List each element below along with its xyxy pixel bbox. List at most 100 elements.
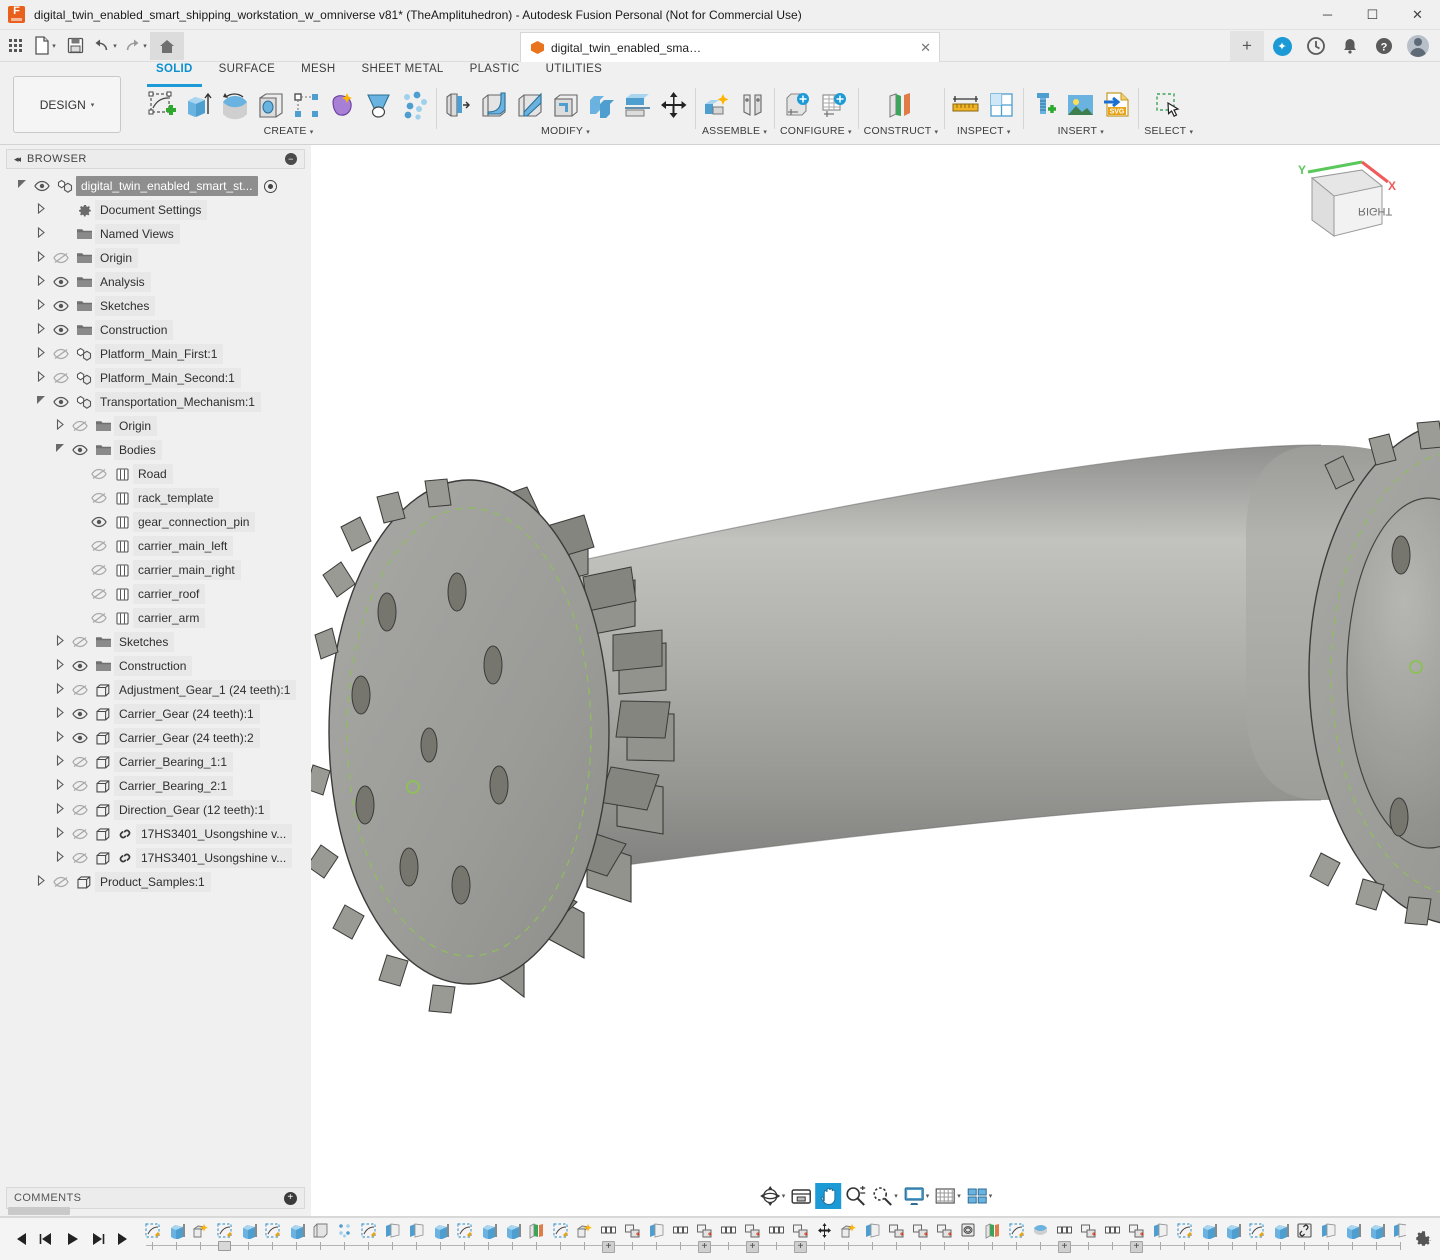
visibility-hidden-icon[interactable] [87, 540, 111, 552]
tab-mesh[interactable]: MESH [288, 63, 348, 84]
timeline-feature[interactable] [836, 1220, 860, 1250]
pan-icon[interactable] [815, 1183, 842, 1209]
redo-icon[interactable]: ▾ [120, 32, 150, 60]
hole-icon[interactable] [255, 90, 286, 121]
timeline-feature[interactable] [932, 1220, 956, 1250]
tree-item[interactable]: Construction [0, 654, 311, 678]
visibility-visible-icon[interactable] [30, 180, 54, 192]
tree-item[interactable]: Analysis [0, 270, 311, 294]
create-sketch-icon[interactable] [147, 90, 178, 121]
tab-surface[interactable]: SURFACE [206, 63, 288, 84]
tree-item[interactable]: Carrier_Gear (24 teeth):2 [0, 726, 311, 750]
visibility-hidden-icon[interactable] [68, 852, 92, 864]
visibility-visible-icon[interactable] [68, 660, 92, 672]
tree-expand-closed-icon[interactable] [52, 682, 68, 697]
tree-expand-open-icon[interactable] [52, 443, 68, 457]
tree-item[interactable]: Bodies [0, 438, 311, 462]
display-settings-icon[interactable]: ▾ [901, 1183, 932, 1209]
tree-expand-closed-icon[interactable] [33, 298, 49, 313]
timeline-feature[interactable] [668, 1220, 692, 1250]
new-component-icon[interactable] [701, 90, 732, 121]
save-icon[interactable] [60, 32, 90, 60]
step-back-button[interactable] [34, 1226, 58, 1252]
visibility-visible-icon[interactable] [68, 444, 92, 456]
move-copy-icon[interactable] [658, 90, 689, 121]
revolve-icon[interactable] [219, 90, 250, 121]
new-tab-button[interactable]: + [1230, 31, 1264, 61]
section-analysis-icon[interactable] [986, 90, 1017, 121]
tree-expand-closed-icon[interactable] [33, 274, 49, 289]
rectangular-pattern-icon[interactable] [291, 90, 322, 121]
tree-expand-closed-icon[interactable] [52, 778, 68, 793]
visibility-hidden-icon[interactable] [68, 756, 92, 768]
chamfer-icon[interactable] [514, 90, 545, 121]
timeline-feature[interactable] [380, 1220, 404, 1250]
add-comment-icon[interactable]: + [284, 1191, 297, 1205]
timeline-playhead[interactable] [218, 1240, 231, 1251]
activate-component-radio[interactable] [264, 179, 278, 193]
timeline-feature[interactable] [548, 1220, 572, 1250]
tree-item[interactable]: carrier_arm [0, 606, 311, 630]
tab-utilities[interactable]: UTILITIES [533, 63, 615, 84]
combine-icon[interactable] [586, 90, 617, 121]
tree-expand-closed-icon[interactable] [33, 874, 49, 889]
minimize-button[interactable]: ─ [1305, 0, 1350, 30]
tree-item[interactable]: Platform_Main_Second:1 [0, 366, 311, 390]
timeline-feature[interactable] [452, 1220, 476, 1250]
user-avatar[interactable] [1402, 31, 1434, 61]
visibility-hidden-icon[interactable] [87, 612, 111, 624]
tree-expand-closed-icon[interactable] [33, 370, 49, 385]
loft-icon[interactable] [363, 90, 394, 121]
visibility-visible-icon[interactable] [68, 708, 92, 720]
timeline-feature[interactable] [908, 1220, 932, 1250]
visibility-visible-icon[interactable] [49, 324, 73, 336]
visibility-hidden-icon[interactable] [49, 252, 73, 264]
tab-plastic[interactable]: PLASTIC [457, 63, 533, 84]
chevron-down-icon[interactable]: ▾ [932, 129, 939, 136]
app-grid-icon[interactable] [0, 32, 30, 60]
visibility-hidden-icon[interactable] [87, 564, 111, 576]
tree-item[interactable]: Sketches [0, 294, 311, 318]
visibility-visible-icon[interactable] [68, 732, 92, 744]
shell-icon[interactable] [550, 90, 581, 121]
chevron-down-icon[interactable]: ▾ [1098, 129, 1104, 136]
timeline-feature[interactable] [356, 1220, 380, 1250]
timeline-feature[interactable] [164, 1220, 188, 1250]
visibility-hidden-icon[interactable] [87, 492, 111, 504]
measure-icon[interactable] [950, 90, 981, 121]
go-to-beginning-button[interactable] [8, 1226, 32, 1252]
workspace-selector[interactable]: DESIGN ▾ [13, 76, 121, 133]
tree-expand-closed-icon[interactable] [33, 226, 49, 241]
visibility-visible-icon[interactable] [87, 516, 111, 528]
chevron-down-icon[interactable]: ▾ [761, 129, 767, 136]
timeline-feature[interactable] [764, 1220, 788, 1250]
visibility-hidden-icon[interactable] [68, 684, 92, 696]
notifications-bell-icon[interactable] [1334, 31, 1366, 61]
timeline-group-expand-icon[interactable]: + [794, 1240, 807, 1253]
tab-solid[interactable]: SOLID [143, 63, 206, 87]
timeline-feature[interactable] [716, 1220, 740, 1250]
tree-expand-closed-icon[interactable] [52, 802, 68, 817]
tree-item[interactable]: 17HS3401_Usongshine v... [0, 822, 311, 846]
timeline-feature[interactable] [428, 1220, 452, 1250]
timeline-feature[interactable] [1268, 1220, 1292, 1250]
chevron-down-icon[interactable]: ▾ [846, 129, 852, 136]
extensions-icon[interactable]: ✦ [1266, 31, 1298, 61]
look-at-icon[interactable] [788, 1183, 814, 1209]
tree-item[interactable]: carrier_main_left [0, 534, 311, 558]
maximize-button[interactable]: ☐ [1350, 0, 1395, 30]
visibility-hidden-icon[interactable] [49, 876, 73, 888]
browser-minimize-icon[interactable]: − [285, 153, 297, 165]
timeline-feature[interactable] [1388, 1220, 1406, 1250]
chevron-down-icon[interactable]: ▾ [1187, 129, 1193, 136]
tree-expand-closed-icon[interactable] [33, 322, 49, 337]
timeline-feature[interactable] [860, 1220, 884, 1250]
tree-item[interactable]: Product_Samples:1 [0, 870, 311, 894]
timeline-feature[interactable] [1220, 1220, 1244, 1250]
configuration-icon[interactable] [782, 90, 813, 121]
grid-snap-icon[interactable]: ▾ [932, 1183, 963, 1209]
timeline-feature[interactable] [1028, 1220, 1052, 1250]
offset-plane-icon[interactable] [885, 90, 916, 121]
tree-expand-closed-icon[interactable] [52, 850, 68, 865]
timeline-feature[interactable] [812, 1220, 836, 1250]
